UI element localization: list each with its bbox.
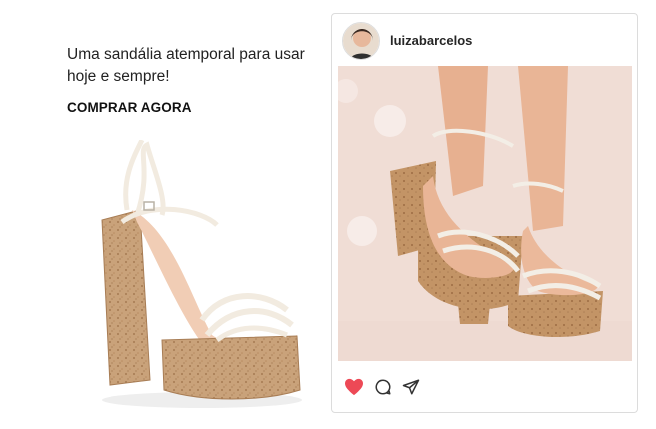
buy-now-link[interactable]: COMPRAR AGORA [67,100,192,115]
product-sandal-image [101,140,302,408]
promo-tagline: Uma sandália atemporal para usar hoje e … [67,46,305,85]
comment-icon[interactable] [374,378,396,400]
share-icon[interactable] [402,378,424,400]
post-header: luizabarcelos [342,22,622,62]
post-actions [344,378,544,402]
promo-block: Uma sandália atemporal para usar hoje e … [67,44,317,117]
heart-icon[interactable] [344,378,366,400]
instagram-post-card: luizabarcelos [331,13,638,413]
post-username[interactable]: luizabarcelos [390,33,472,48]
post-photo [338,66,632,361]
avatar[interactable] [342,22,380,60]
